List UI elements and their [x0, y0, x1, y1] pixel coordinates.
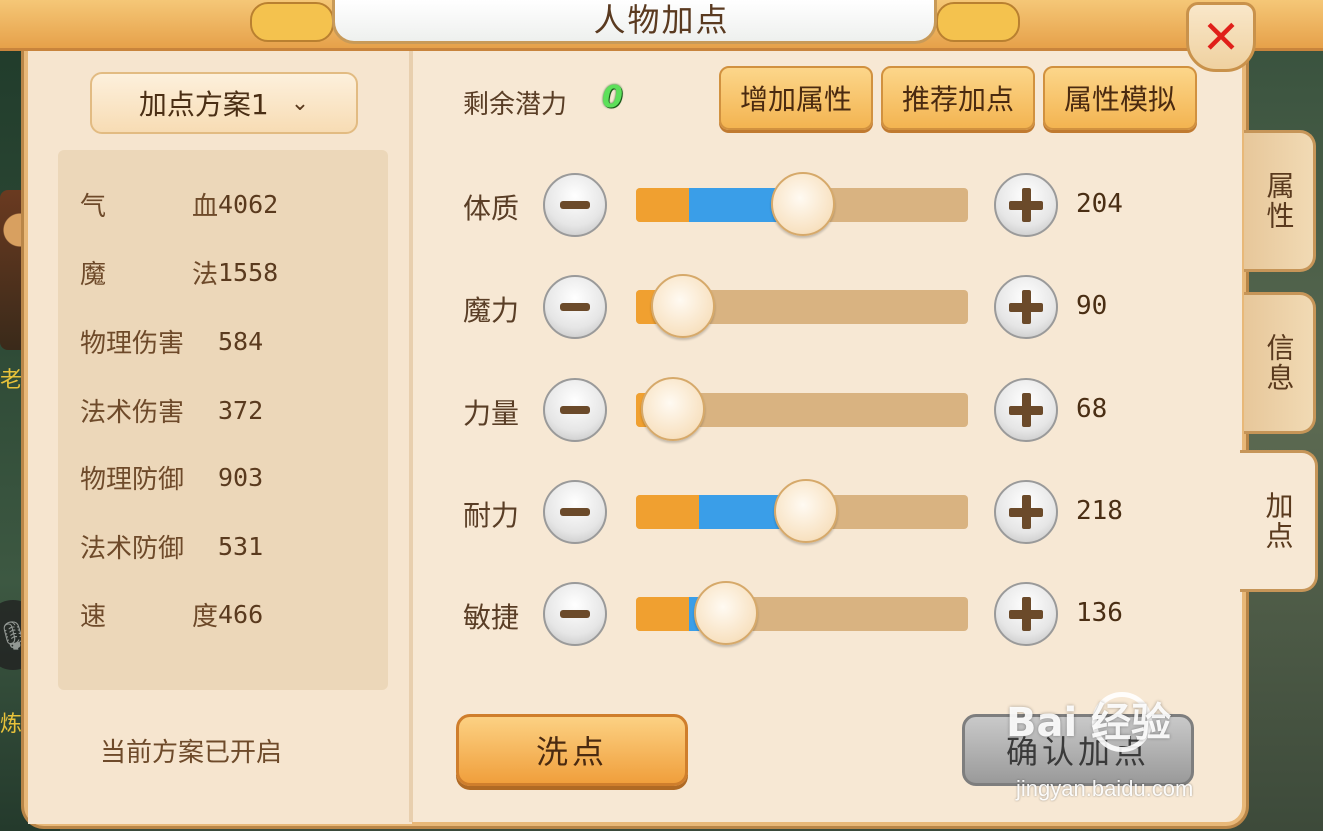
chevron-down-icon: ⌄: [290, 90, 310, 116]
plus-icon: [1021, 495, 1031, 529]
stat-row: 法术伤害 372: [80, 392, 263, 429]
simulate-attributes-button[interactable]: 属性模拟: [1043, 66, 1197, 130]
watermark-logo: Bai 经验: [1006, 700, 1172, 746]
attribute-value: 136: [1076, 598, 1123, 628]
minus-icon: [560, 406, 590, 414]
slider-handle[interactable]: [651, 274, 715, 338]
close-button[interactable]: ✕: [1186, 2, 1256, 72]
slider-handle[interactable]: [694, 581, 758, 645]
background-text: 炼: [0, 712, 23, 737]
stat-name: 物理防御: [80, 459, 218, 496]
increase-button[interactable]: [994, 275, 1058, 339]
watermark-url: jingyan.baidu.com: [1016, 776, 1194, 801]
stat-value: 466: [218, 600, 264, 629]
decrease-button[interactable]: [543, 173, 607, 237]
decrease-button[interactable]: [543, 582, 607, 646]
stat-row: 物理防御 903: [80, 459, 263, 496]
stat-value: 4062: [218, 190, 279, 219]
stat-name: 法术伤害: [80, 392, 218, 429]
decrease-button[interactable]: [543, 275, 607, 339]
scheme-dropdown[interactable]: 加点方案1 ⌄: [90, 72, 358, 134]
attribute-label: 耐力: [463, 499, 520, 532]
stat-value: 903: [218, 463, 264, 492]
tab-attributes[interactable]: 属性: [1244, 130, 1316, 272]
stat-name: 法术防御: [80, 528, 218, 565]
attribute-value: 204: [1076, 189, 1123, 219]
slider-handle[interactable]: [774, 479, 838, 543]
decrease-button[interactable]: [543, 378, 607, 442]
base-points-fill: [636, 495, 699, 529]
increase-button[interactable]: [994, 378, 1058, 442]
attribute-label: 敏捷: [463, 601, 520, 634]
attribute-label: 体质: [463, 192, 520, 225]
wash-points-button[interactable]: 洗点: [456, 714, 688, 786]
stat-name-part: 气: [80, 192, 107, 222]
increase-button[interactable]: [994, 480, 1058, 544]
slider-handle[interactable]: [641, 377, 705, 441]
stat-row: 魔法 1558: [80, 254, 278, 291]
attribute-slider[interactable]: [636, 581, 968, 645]
stat-row: 物理伤害 584: [80, 323, 263, 360]
minus-icon: [560, 508, 590, 516]
close-icon: ✕: [1201, 10, 1241, 64]
attribute-slider[interactable]: [636, 274, 968, 338]
column-divider: [409, 50, 413, 822]
plus-icon: [1021, 393, 1031, 427]
slider-handle[interactable]: [771, 172, 835, 236]
stat-name-part: 血: [191, 192, 218, 222]
increase-button[interactable]: [994, 173, 1058, 237]
stat-name-part: 速: [80, 602, 107, 632]
base-points-fill: [636, 188, 689, 222]
minus-icon: [560, 201, 590, 209]
potential-value: 0: [602, 80, 623, 115]
plus-icon: [1021, 290, 1031, 324]
stat-name-part: 物理防御: [80, 465, 185, 495]
window-title: 人物加点: [593, 1, 730, 39]
attribute-slider[interactable]: [636, 479, 968, 543]
stat-name: 速度: [80, 596, 218, 633]
stat-name-part: 度: [191, 602, 218, 632]
minus-icon: [560, 610, 590, 618]
attribute-label: 魔力: [463, 294, 520, 327]
stat-row: 气血 4062: [80, 186, 278, 223]
stat-name: 魔法: [80, 254, 218, 291]
tab-add-points[interactable]: 加点: [1240, 450, 1318, 592]
attribute-label: 力量: [463, 397, 520, 430]
stat-row: 法术防御 531: [80, 528, 263, 565]
attribute-value: 90: [1076, 291, 1108, 321]
stat-value: 584: [218, 327, 264, 356]
attribute-slider[interactable]: [636, 377, 968, 441]
stat-name-part: 法术防御: [80, 534, 185, 564]
stat-value: 372: [218, 396, 264, 425]
plus-icon: [1021, 188, 1031, 222]
attribute-value: 68: [1076, 394, 1108, 424]
tab-info[interactable]: 信息: [1244, 292, 1316, 434]
scheme-status: 当前方案已开启: [100, 738, 283, 768]
attribute-slider[interactable]: [636, 172, 968, 236]
stat-name: 物理伤害: [80, 323, 218, 360]
minus-icon: [560, 303, 590, 311]
stat-value: 1558: [218, 258, 279, 287]
background-text: 老: [0, 368, 23, 393]
stat-name: 气血: [80, 186, 218, 223]
stat-name-part: 魔: [80, 260, 107, 290]
decrease-button[interactable]: [543, 480, 607, 544]
plus-icon: [1021, 597, 1031, 631]
stat-name-part: 法术伤害: [80, 398, 185, 428]
add-attribute-button[interactable]: 增加属性: [719, 66, 873, 130]
stat-name-part: 法: [191, 260, 218, 290]
recommend-points-button[interactable]: 推荐加点: [881, 66, 1035, 130]
potential-label: 剩余潜力: [463, 90, 568, 120]
base-points-fill: [636, 597, 689, 631]
stat-name-part: 物理伤害: [80, 329, 185, 359]
increase-button[interactable]: [994, 582, 1058, 646]
scheme-label: 加点方案1: [138, 88, 269, 121]
stat-row: 速度 466: [80, 596, 263, 633]
attribute-value: 218: [1076, 496, 1123, 526]
stat-value: 531: [218, 532, 264, 561]
